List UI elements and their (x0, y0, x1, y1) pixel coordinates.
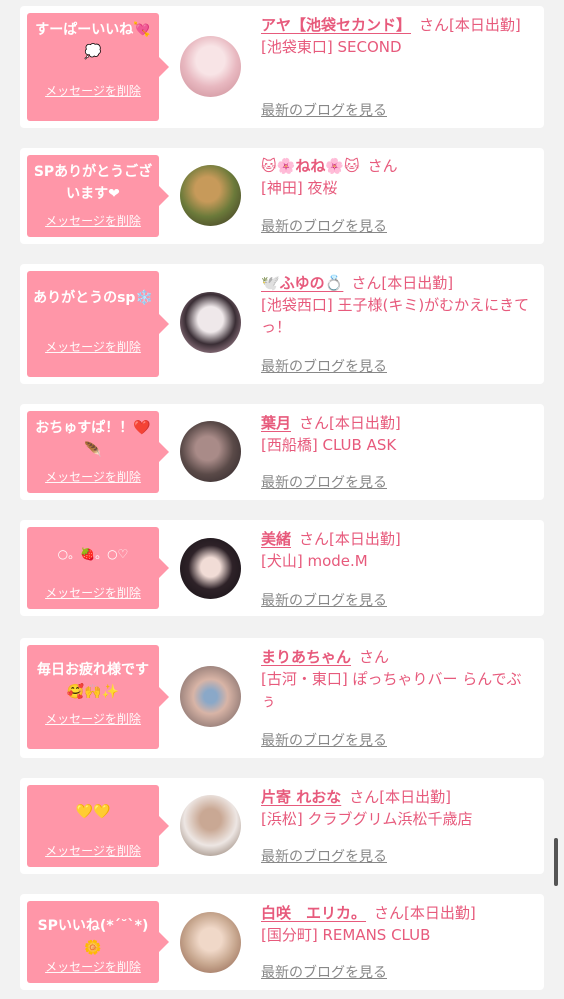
san-suffix: さん (374, 904, 405, 922)
latest-blog-link[interactable]: 最新のブログを見る (261, 962, 387, 982)
message-bubble: SPいいね(*´˘`*)🌼 メッセージを削除 (27, 901, 169, 983)
sender-name-link[interactable]: 白咲 エリカ。 (261, 904, 366, 922)
message-card: SPいいね(*´˘`*)🌼 メッセージを削除 白咲 エリカ。 さん[本日出勤] [… (20, 894, 544, 990)
delete-message-link[interactable]: メッセージを削除 (27, 82, 159, 99)
sender-info: 美緒 さん[本日出勤] [犬山] mode.M (261, 528, 532, 572)
message-bubble: すーぱーいいね💘💭 メッセージを削除 (27, 13, 169, 121)
latest-blog-link[interactable]: 最新のブログを見る (261, 590, 387, 610)
delete-message-link[interactable]: メッセージを削除 (27, 212, 159, 229)
avatar[interactable] (180, 912, 241, 973)
message-bubble: ○。🍓。○♡ メッセージを削除 (27, 527, 169, 609)
message-text: おちゅすぱ！！❤️🪶 (35, 420, 151, 458)
sender-name-link[interactable]: 葉月 (261, 414, 291, 432)
avatar[interactable] (180, 421, 241, 482)
latest-blog-link[interactable]: 最新のブログを見る (261, 730, 387, 750)
shop-label: [古河・東口] ぽっちゃりバー らんでぶぅ (261, 670, 522, 710)
today-badge: [本日出勤] (379, 788, 451, 806)
san-suffix: さん (299, 530, 330, 548)
latest-blog-link[interactable]: 最新のブログを見る (261, 472, 387, 492)
shop-label: [犬山] mode.M (261, 552, 368, 570)
message-text: ありがとうのsp❄️ (33, 290, 153, 306)
shop-label: [池袋西口] 王子様(キミ)がむかえにきてっ！ (261, 296, 530, 336)
delete-message-link[interactable]: メッセージを削除 (27, 710, 159, 727)
sender-info: アヤ【池袋セカンド】 さん[本日出勤] [池袋東口] SECOND (261, 14, 532, 58)
delete-message-link[interactable]: メッセージを削除 (27, 958, 159, 975)
sender-name-link[interactable]: 🕊️ふゆの💍 (261, 274, 343, 292)
message-text: 💛💛 (75, 804, 111, 820)
latest-blog-link[interactable]: 最新のブログを見る (261, 846, 387, 866)
message-card: ○。🍓。○♡ メッセージを削除 美緒 さん[本日出勤] [犬山] mode.M 最… (20, 520, 544, 616)
today-badge: [本日出勤] (329, 530, 401, 548)
avatar[interactable] (180, 36, 241, 97)
message-text: ○。🍓。○♡ (57, 547, 129, 561)
message-card: おちゅすぱ！！❤️🪶 メッセージを削除 葉月 さん[本日出勤] [西船橋] CLU… (20, 404, 544, 500)
san-suffix: さん (359, 648, 390, 666)
latest-blog-link[interactable]: 最新のブログを見る (261, 100, 387, 120)
avatar[interactable] (180, 538, 241, 599)
message-card: SPありがとうございます❤ メッセージを削除 🐱🌸ねね🌸🐱 さん [神田] 夜桜 … (20, 148, 544, 244)
sender-info: 🐱🌸ねね🌸🐱 さん [神田] 夜桜 (261, 155, 532, 199)
avatar[interactable] (180, 165, 241, 226)
message-bubble: ありがとうのsp❄️ メッセージを削除 (27, 271, 169, 377)
message-text: 毎日お疲れ様です🥰🙌✨ (37, 662, 149, 700)
delete-message-link[interactable]: メッセージを削除 (27, 584, 159, 601)
scrollbar-thumb[interactable] (554, 838, 558, 886)
today-badge: [本日出勤] (329, 414, 401, 432)
today-badge: [本日出勤] (449, 16, 521, 34)
sender-info: 白咲 エリカ。 さん[本日出勤] [国分町] REMANS CLUB (261, 902, 532, 946)
delete-message-link[interactable]: メッセージを削除 (27, 338, 159, 355)
latest-blog-link[interactable]: 最新のブログを見る (261, 356, 387, 376)
message-text: SPありがとうございます❤ (33, 164, 153, 202)
sender-name-link[interactable]: アヤ【池袋セカンド】 (261, 16, 411, 34)
avatar[interactable] (180, 795, 241, 856)
message-card: ありがとうのsp❄️ メッセージを削除 🕊️ふゆの💍 さん[本日出勤] [池袋西口… (20, 264, 544, 384)
shop-label: [浜松] クラブグリム浜松千歳店 (261, 810, 473, 828)
sender-name-link[interactable]: 美緒 (261, 530, 291, 548)
shop-label: [西船橋] CLUB ASK (261, 436, 397, 454)
san-suffix: さん (367, 157, 398, 175)
san-suffix: さん (299, 414, 330, 432)
sender-info: 片寄 れおな さん[本日出勤] [浜松] クラブグリム浜松千歳店 (261, 786, 532, 830)
delete-message-link[interactable]: メッセージを削除 (27, 842, 159, 859)
shop-label: [池袋東口] SECOND (261, 38, 402, 56)
message-card: 毎日お疲れ様です🥰🙌✨ メッセージを削除 まりあちゃん さん [古河・東口] ぽっ… (20, 638, 544, 758)
message-bubble: SPありがとうございます❤ メッセージを削除 (27, 155, 169, 237)
sender-info: 葉月 さん[本日出勤] [西船橋] CLUB ASK (261, 412, 532, 456)
san-suffix: さん (419, 16, 450, 34)
sender-name-link[interactable]: まりあちゃん (261, 648, 351, 666)
message-card: すーぱーいいね💘💭 メッセージを削除 アヤ【池袋セカンド】 さん[本日出勤] [池… (20, 6, 544, 128)
sender-info: まりあちゃん さん [古河・東口] ぽっちゃりバー らんでぶぅ (261, 646, 532, 712)
avatar[interactable] (180, 292, 241, 353)
shop-label: [神田] 夜桜 (261, 179, 338, 197)
delete-message-link[interactable]: メッセージを削除 (27, 468, 159, 485)
latest-blog-link[interactable]: 最新のブログを見る (261, 216, 387, 236)
san-suffix: さん (349, 788, 380, 806)
message-text: すーぱーいいね💘💭 (35, 22, 151, 60)
message-bubble: 💛💛 メッセージを削除 (27, 785, 169, 867)
sender-name-link[interactable]: 片寄 れおな (261, 788, 341, 806)
message-bubble: 毎日お疲れ様です🥰🙌✨ メッセージを削除 (27, 645, 169, 749)
sender-info: 🕊️ふゆの💍 さん[本日出勤] [池袋西口] 王子様(キミ)がむかえにきてっ！ (261, 272, 532, 338)
message-text: SPいいね(*´˘`*)🌼 (37, 918, 149, 956)
avatar[interactable] (180, 666, 241, 727)
message-card: 💛💛 メッセージを削除 片寄 れおな さん[本日出勤] [浜松] クラブグリム浜松… (20, 778, 544, 874)
today-badge: [本日出勤] (381, 274, 454, 292)
san-suffix: さん (351, 274, 382, 292)
shop-label: [国分町] REMANS CLUB (261, 926, 431, 944)
message-bubble: おちゅすぱ！！❤️🪶 メッセージを削除 (27, 411, 169, 493)
today-badge: [本日出勤] (404, 904, 476, 922)
sender-name-link[interactable]: 🐱🌸ねね🌸🐱 (261, 157, 360, 175)
